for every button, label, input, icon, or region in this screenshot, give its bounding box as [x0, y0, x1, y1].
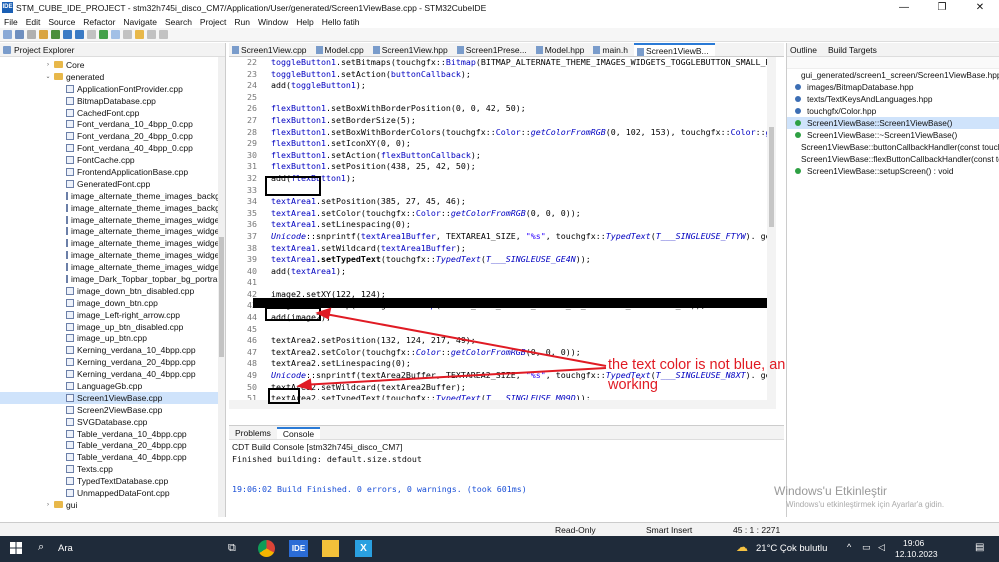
outline-item-label: texts/TextKeysAndLanguages.hpp: [807, 94, 933, 104]
outline-item[interactable]: gui_generated/screen1_screen/Screen1View…: [787, 69, 999, 81]
stm32cubeide-icon[interactable]: IDE: [289, 540, 308, 557]
include-icon: [795, 84, 801, 90]
windows-taskbar: ⌕ Ara ⧉ IDE X ☁ 21°C Çok bulutlu ^ ▭ ◁ 1…: [0, 536, 999, 562]
public-method-icon: [795, 168, 801, 174]
taskbar-search[interactable]: Ara: [58, 543, 73, 554]
tab-console[interactable]: Console: [276, 426, 321, 439]
notifications-icon[interactable]: ▤: [975, 542, 984, 553]
activation-watermark-title: Windows'u Etkinleştir: [774, 484, 887, 498]
arrow-to-fb-up: [300, 367, 607, 386]
weather-text[interactable]: 21°C Çok bulutlu: [756, 543, 827, 554]
volume-icon[interactable]: ◁: [878, 542, 885, 553]
status-insert: Smart Insert: [646, 525, 693, 535]
status-cursor-position: 45 : 1 : 2271: [733, 525, 781, 535]
windows-start-icon[interactable]: [10, 542, 22, 554]
search-icon[interactable]: ⌕: [38, 541, 44, 554]
public-method-icon: [795, 132, 801, 138]
console-output: Finished building: default.size.stdout 1…: [229, 454, 784, 495]
weather-icon: ☁: [736, 540, 748, 554]
outline-item[interactable]: images/BitmapDatabase.hpp: [787, 81, 999, 93]
outline-item-label: Screen1ViewBase::flexButtonCallbackHandl…: [801, 154, 999, 164]
outline-item-label: touchgfx/Color.hpp: [807, 106, 877, 116]
activation-watermark-subtitle: Windows'u etkinleştirmek için Ayarlar'a …: [786, 500, 945, 509]
task-view-icon[interactable]: ⧉: [228, 542, 236, 555]
clock-date[interactable]: 12.10.2023: [895, 549, 938, 559]
file-explorer-icon[interactable]: [322, 540, 339, 557]
outline-header: Outline Build Targets: [787, 43, 999, 57]
console-header: CDT Build Console [stm32h745i_disco_CM7]: [232, 442, 403, 452]
outline-item[interactable]: texts/TextKeysAndLanguages.hpp: [787, 93, 999, 105]
console-line: Finished building: default.size.stdout: [232, 454, 422, 464]
public-method-icon: [795, 120, 801, 126]
clock-time[interactable]: 19:06: [903, 538, 924, 548]
console-line-build-finished: 19:06:02 Build Finished. 0 errors, 0 war…: [232, 484, 527, 494]
tab-build-targets[interactable]: Build Targets: [828, 45, 877, 55]
include-icon: [795, 108, 801, 114]
outline-item-label: images/BitmapDatabase.hpp: [807, 82, 914, 92]
tab-outline[interactable]: Outline: [790, 45, 817, 55]
network-icon[interactable]: ▭: [862, 542, 871, 553]
arrow-head-textarea2: [315, 307, 332, 320]
outline-item[interactable]: Screen1ViewBase::buttonCallbackHandler(c…: [787, 141, 999, 153]
outline-item-label: Screen1ViewBase::buttonCallbackHandler(c…: [801, 142, 999, 152]
outline-item[interactable]: Screen1ViewBase::Screen1ViewBase(): [787, 117, 999, 129]
outline-item-label: gui_generated/screen1_screen/Screen1View…: [801, 70, 999, 80]
touchgfx-designer-icon[interactable]: X: [355, 540, 372, 557]
outline-list: gui_generated/screen1_screen/Screen1View…: [787, 69, 999, 177]
arrow-to-textarea2: [319, 312, 607, 367]
outline-item[interactable]: Screen1ViewBase::setupScreen() : void: [787, 165, 999, 177]
outline-item-label: Screen1ViewBase::setupScreen() : void: [807, 166, 954, 176]
chrome-icon[interactable]: [258, 540, 275, 557]
arrow-head-fb-up: [296, 378, 313, 391]
outline-item-label: Screen1ViewBase::Screen1ViewBase(): [807, 118, 953, 128]
outline-item[interactable]: Screen1ViewBase::~Screen1ViewBase(): [787, 129, 999, 141]
outline-item[interactable]: touchgfx/Color.hpp: [787, 105, 999, 117]
console-panel: Problems Console CDT Build Console [stm3…: [229, 425, 784, 517]
outline-item-label: Screen1ViewBase::~Screen1ViewBase(): [807, 130, 958, 140]
tray-chevron-icon[interactable]: ^: [847, 542, 851, 552]
console-tab-bar: Problems Console: [229, 426, 784, 440]
status-bar: Read-Only Smart Insert 45 : 1 : 2271: [0, 522, 999, 536]
include-icon: [795, 96, 801, 102]
tab-problems[interactable]: Problems: [229, 428, 277, 438]
outline-item[interactable]: Screen1ViewBase::flexButtonCallbackHandl…: [787, 153, 999, 165]
outline-toolbar: [787, 57, 999, 69]
status-mode: Read-Only: [555, 525, 596, 535]
outline-panel: Outline Build Targets gui_generated/scre…: [786, 43, 999, 517]
